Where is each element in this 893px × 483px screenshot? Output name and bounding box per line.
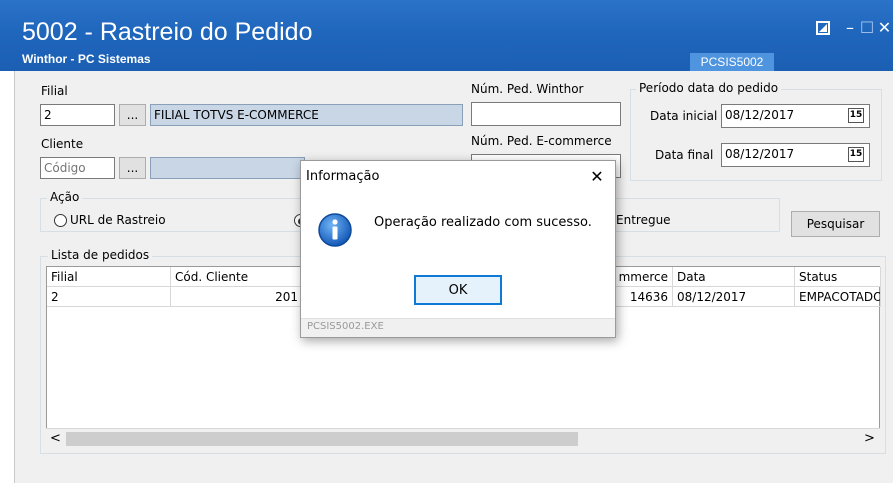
filial-label: Filial [41,84,68,98]
acao-group-title: Ação [47,190,83,204]
col-header-status[interactable]: Status [795,267,881,287]
lista-group-title: Lista de pedidos [48,248,153,262]
cliente-label: Cliente [41,137,84,151]
info-dialog: Informação ✕ Operação realizado com suce… [300,160,616,338]
data-inicial-calendar-icon[interactable]: 15 [848,108,864,123]
num-ped-winthor-field[interactable] [471,102,621,126]
ok-button-label: OK [448,283,468,298]
window-subtitle: Winthor - PC Sistemas [22,52,151,66]
num-ped-winthor-label: Núm. Ped. Winthor [471,82,584,96]
routine-code: PCSIS5002 [690,53,774,71]
table-cell-data[interactable]: 08/12/2017 [673,287,795,307]
radio-url-rastreio-label[interactable]: URL de Rastreio [70,213,166,227]
minimize-button[interactable]: – [842,18,858,37]
filial-code-field[interactable]: 2 [40,104,115,126]
cliente-code-field[interactable] [40,157,115,179]
window-title: 5002 - Rastreio do Pedido [22,18,313,46]
info-icon [317,212,353,248]
periodo-group-title: Período data do pedido [636,81,782,95]
dialog-footer: PCSIS5002.EXE [301,318,615,337]
col-header-data[interactable]: Data [673,267,795,287]
maximize-button[interactable]: ☐ [858,18,876,37]
data-final-label: Data final [655,148,714,162]
data-inicial-label: Data inicial [650,109,718,123]
col-header-cod-cliente[interactable]: Cód. Cliente [171,267,303,287]
filial-lookup-button[interactable]: ... [119,104,146,126]
data-final-calendar-icon[interactable]: 15 [848,147,864,162]
radio-entregue-label[interactable]: Entregue [616,213,671,227]
col-header-filial[interactable]: Filial [47,267,171,287]
filial-name-field: FILIAL TOTVS E-COMMERCE [150,104,463,126]
data-final-value: 08/12/2017 [725,147,795,161]
dialog-title: Informação [306,169,380,184]
pesquisar-button[interactable]: Pesquisar [791,211,880,237]
num-ped-ecommerce-label: Núm. Ped. E-commerce [471,134,612,148]
table-cell-status[interactable]: EMPACOTADO [795,287,881,307]
scroll-thumb[interactable] [66,432,578,446]
periodo-group [630,89,882,181]
scroll-left-arrow[interactable]: < [50,431,62,446]
horizontal-scrollbar[interactable]: < > [46,428,880,448]
scroll-right-arrow[interactable]: > [864,431,876,446]
radio-url-rastreio[interactable] [54,214,67,227]
table-cell-cod-cliente[interactable]: 201 [171,287,303,307]
cliente-name-field [150,157,305,179]
dialog-close-button[interactable]: ✕ [585,166,609,188]
ok-button[interactable]: OK [414,275,502,305]
close-button[interactable]: ✕ [876,18,893,37]
dialog-footer-text: PCSIS5002.EXE [307,321,384,332]
dialog-message: Operação realizado com sucesso. [374,215,592,230]
cliente-lookup-button[interactable]: ... [119,157,146,179]
data-inicial-value: 08/12/2017 [725,108,795,122]
table-cell-filial[interactable]: 2 [47,287,171,307]
restore-icon[interactable] [814,20,832,38]
